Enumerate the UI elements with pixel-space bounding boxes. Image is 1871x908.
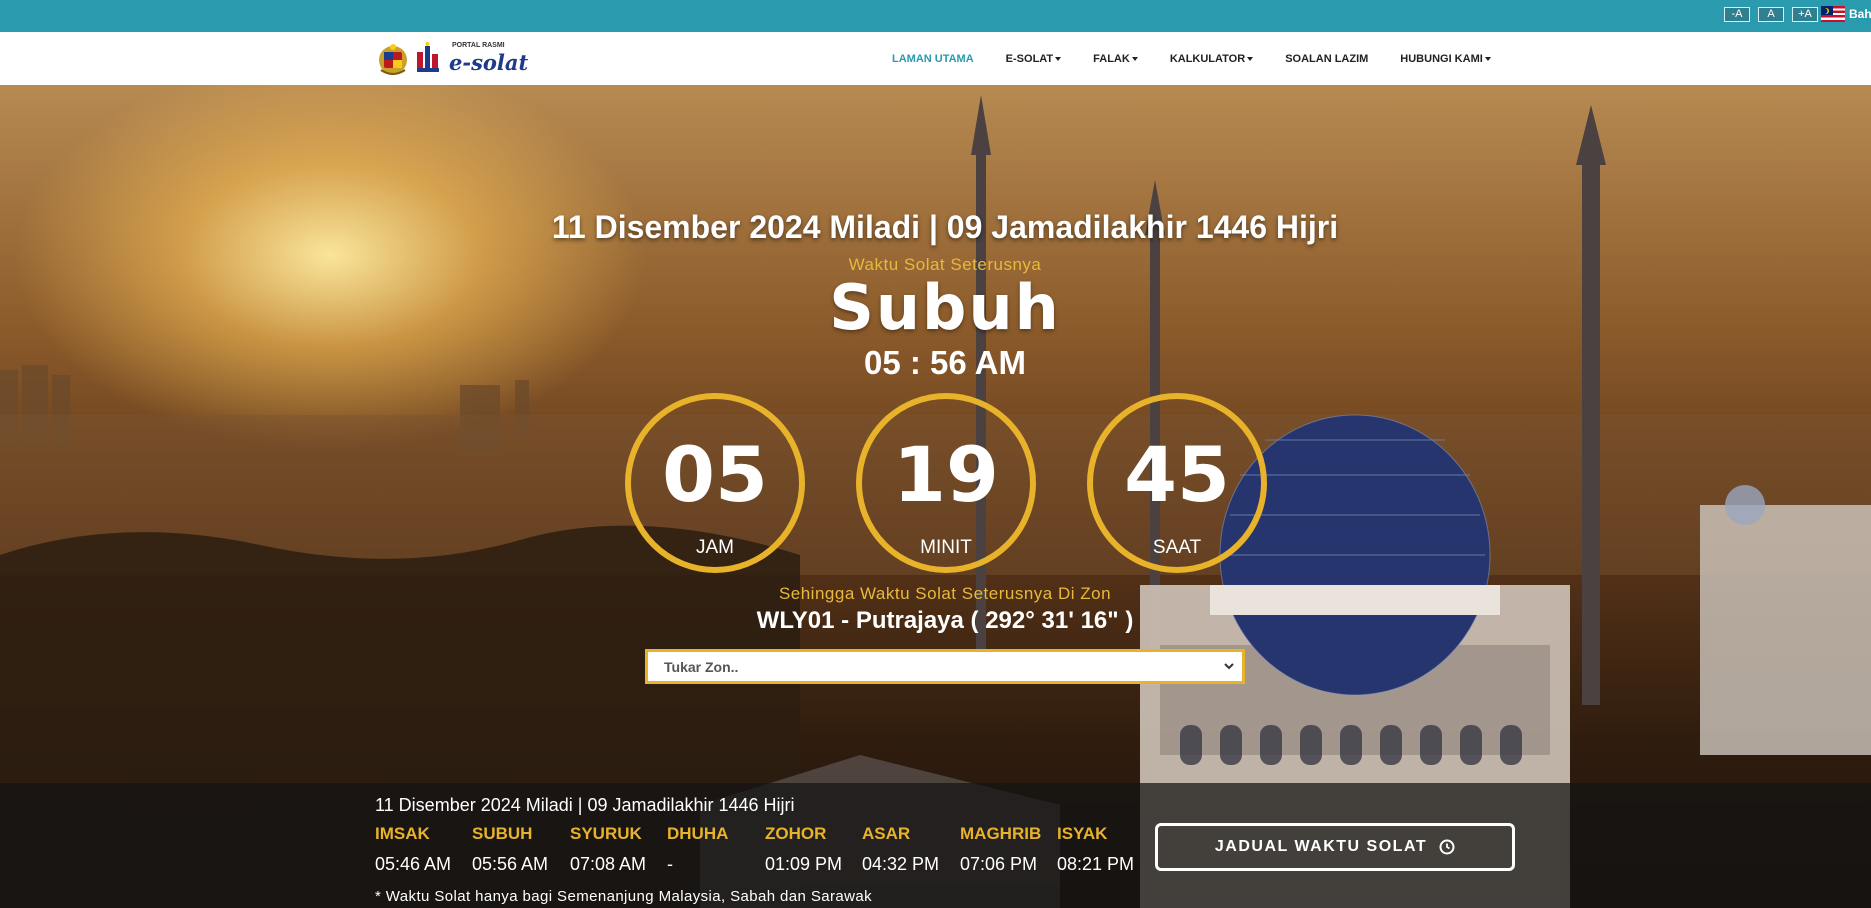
prayer-time: 05:56 AM <box>472 854 549 874</box>
prayer-times-bar: 11 Disember 2024 Miladi | 09 Jamadilakhi… <box>0 783 1871 908</box>
language-switcher[interactable]: Bah <box>1821 6 1871 22</box>
malaysia-flag-icon <box>1821 6 1845 22</box>
main-navbar: PORTAL RASMI e-solat LAMAN UTAMA E-SOLAT… <box>0 32 1871 85</box>
prayer-time-subuh: SUBUH 05:56 AM <box>472 824 548 875</box>
font-decrease-button[interactable]: -A <box>1724 7 1750 22</box>
nav-item-soalan-lazim[interactable]: SOALAN LAZIM <box>1285 53 1368 65</box>
prayer-time-imsak: IMSAK 05:46 AM <box>375 824 451 875</box>
prayer-schedule-button-label: JADUAL WAKTU SOLAT <box>1214 838 1428 855</box>
logo-small-text: PORTAL RASMI <box>452 42 505 49</box>
caret-down-icon <box>1247 56 1254 61</box>
caret-down-icon <box>1484 56 1491 61</box>
prayer-name: DHUHA <box>667 824 729 843</box>
font-increase-button[interactable]: +A <box>1792 7 1818 22</box>
countdown-seconds: 45 SAAT <box>1087 393 1267 573</box>
prayer-name: ASAR <box>862 824 911 843</box>
prayer-time: - <box>667 854 673 874</box>
nav-item-e-solat[interactable]: E-SOLAT <box>1005 52 1062 65</box>
caret-down-icon <box>1055 56 1062 61</box>
next-prayer-name: Subuh <box>829 271 1061 344</box>
prayer-name: IMSAK <box>375 824 430 843</box>
nav-item-label: KALKULATOR <box>1169 52 1246 65</box>
prayer-time-maghrib: MAGHRIB 07:06 PM <box>960 824 1041 875</box>
prayer-time: 04:32 PM <box>862 854 940 874</box>
zone-select-value: Tukar Zon.. <box>664 658 739 675</box>
countdown-unit: MINIT <box>920 537 972 558</box>
prayer-time: 08:21 PM <box>1057 854 1135 874</box>
prayer-time-dhuha: DHUHA - <box>667 824 728 875</box>
countdown-minutes: 19 MINIT <box>856 393 1036 573</box>
language-label: Bah <box>1849 7 1871 21</box>
hero-date: 11 Disember 2024 Miladi | 09 Jamadilakhi… <box>551 209 1339 245</box>
nav-item-label: HUBUNGI KAMI <box>1400 52 1483 65</box>
prayer-time: 05:46 AM <box>375 854 452 874</box>
caret-down-icon <box>1131 56 1138 61</box>
countdown-value: 45 <box>1124 430 1230 519</box>
prayer-name: SYURUK <box>570 824 642 843</box>
countdown-unit: JAM <box>696 537 734 558</box>
prayer-name: SUBUH <box>472 824 533 843</box>
chevron-down-icon <box>1224 663 1234 670</box>
current-zone: WLY01 - Putrajaya ( 292° 31' 16" ) <box>756 607 1134 634</box>
logo-name-text: e-solat <box>449 50 529 75</box>
font-size-controls: -A A +A <box>1724 7 1818 22</box>
prayer-name: MAGHRIB <box>960 824 1042 843</box>
prayer-time-zohor: ZOHOR 01:09 PM <box>765 824 842 875</box>
nav-item-label: LAMAN UTAMA <box>892 52 974 65</box>
prayer-note: * Waktu Solat hanya bagi Semenanjung Mal… <box>375 888 873 905</box>
nav-item-label: SOALAN LAZIM <box>1285 52 1369 65</box>
prayer-time-isyak: ISYAK 08:21 PM <box>1057 824 1134 875</box>
prayer-time: 01:09 PM <box>765 854 843 874</box>
prayer-name: ISYAK <box>1057 824 1108 843</box>
countdown: 05 JAM 19 MINIT 45 SAAT <box>625 393 1267 573</box>
countdown-hours: 05 JAM <box>625 393 805 573</box>
prayer-name: ZOHOR <box>765 824 827 843</box>
zone-select[interactable]: Tukar Zon.. <box>645 649 1245 684</box>
nav-item-falak[interactable]: FALAK <box>1093 53 1138 65</box>
prayer-time: 07:06 PM <box>960 854 1038 874</box>
clock-icon <box>1439 839 1455 855</box>
font-reset-button[interactable]: A <box>1758 7 1784 22</box>
countdown-unit: SAAT <box>1152 537 1202 558</box>
nav-item-label: FALAK <box>1093 52 1130 65</box>
prayer-time-syuruk: SYURUK 07:08 AM <box>570 824 646 875</box>
nav-item-hubungi-kami[interactable]: HUBUNGI KAMI <box>1400 53 1491 65</box>
nav-item-laman-utama[interactable]: LAMAN UTAMA <box>892 53 974 65</box>
nav-item-kalkulator[interactable]: KALKULATOR <box>1169 52 1254 65</box>
site-logo[interactable]: PORTAL RASMI e-solat <box>375 40 528 78</box>
next-prayer-time: 05 : 56 AM <box>863 344 1026 381</box>
prayer-time-asar: ASAR 04:32 PM <box>862 824 939 875</box>
countdown-value: 19 <box>893 430 999 519</box>
prayer-time: 07:08 AM <box>570 854 647 874</box>
until-zone-label: Sehingga Waktu Solat Seterusnya Di Zon <box>778 584 1112 603</box>
main-menu: LAMAN UTAMA E-SOLAT FALAK KALKULATOR SOA… <box>892 32 1523 85</box>
bottom-date: 11 Disember 2024 Miladi | 09 Jamadilakhi… <box>375 795 795 815</box>
prayer-schedule-button[interactable]: JADUAL WAKTU SOLAT <box>1155 823 1515 871</box>
top-utility-bar: -A A +A Bah <box>0 0 1871 32</box>
countdown-value: 05 <box>662 430 768 519</box>
nav-item-label: E-SOLAT <box>1005 52 1054 65</box>
